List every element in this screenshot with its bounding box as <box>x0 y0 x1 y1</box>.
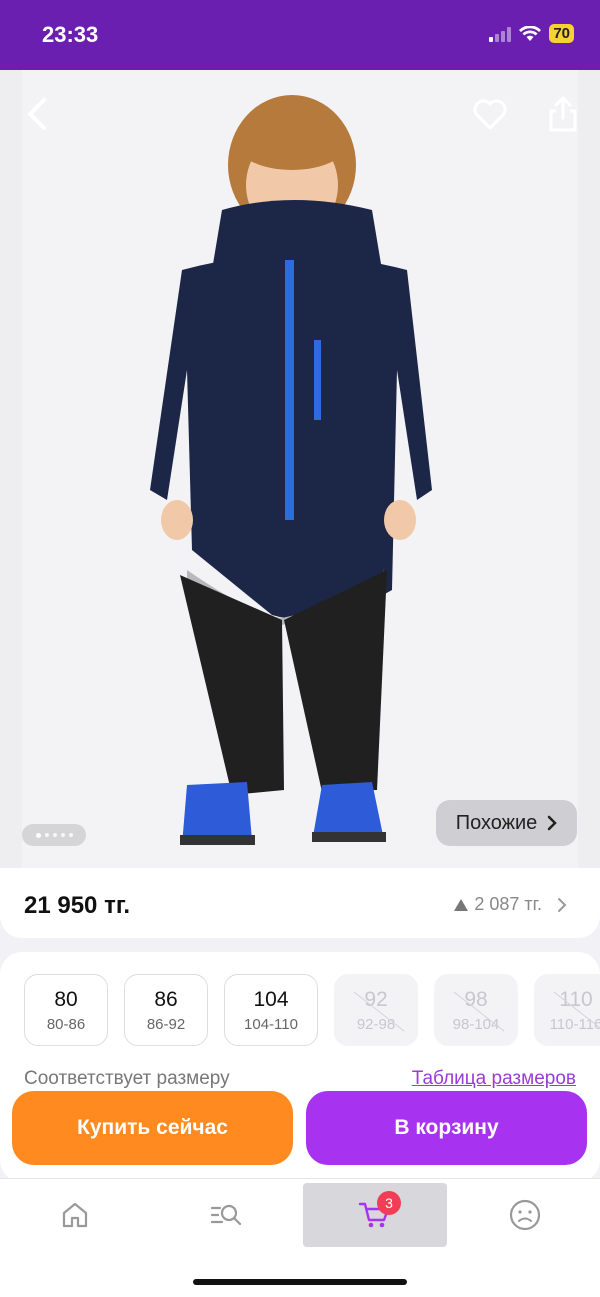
size-option-unavailable[interactable]: 92 92-98 <box>334 974 418 1046</box>
buy-now-button[interactable]: Купить сейчас <box>12 1091 293 1165</box>
cart-count-badge: 3 <box>377 1191 401 1215</box>
pagination-dot <box>44 833 49 837</box>
home-icon <box>62 1202 88 1228</box>
similar-items-label: Похожие <box>455 811 538 834</box>
catalog-search-icon <box>210 1204 242 1226</box>
size-range: 104-110 <box>244 1015 298 1033</box>
size-option[interactable]: 80 80-86 <box>24 974 108 1046</box>
battery-icon: 70 <box>549 24 574 43</box>
pagination-dot <box>35 832 41 838</box>
size-options: 80 80-86 86 86-92 104 104-110 92 92-98 98 98-… <box>24 974 600 1046</box>
size-option[interactable]: 86 86-92 <box>124 974 208 1046</box>
status-bar: 23:33 70 <box>0 0 600 70</box>
favorite-button[interactable] <box>470 94 510 134</box>
tab-home[interactable] <box>3 1183 147 1247</box>
size-range: 86-92 <box>146 1015 186 1033</box>
size-table-link[interactable]: Таблица размеров <box>412 1068 576 1090</box>
product-photo-gallery[interactable]: Похожие <box>0 70 600 870</box>
wifi-icon <box>519 25 542 41</box>
size-option-unavailable[interactable]: 110 110-116 <box>534 974 600 1046</box>
chevron-right-icon <box>548 815 558 831</box>
size-option-unavailable[interactable]: 98 98-104 <box>434 974 518 1046</box>
price-change-value: 2 087 тг. <box>474 894 542 914</box>
gallery-pagination <box>22 824 86 846</box>
tab-catalog-search[interactable] <box>154 1183 298 1247</box>
status-time: 23:33 <box>42 22 99 47</box>
size-label: 110 <box>559 987 593 1011</box>
status-indicators: 70 <box>489 24 574 43</box>
pagination-dot <box>68 833 73 837</box>
size-range: 80-86 <box>46 1015 86 1033</box>
chevron-right-icon <box>558 897 567 912</box>
size-label: 80 <box>54 987 78 1011</box>
signal-icon <box>489 26 512 42</box>
size-label: 92 <box>364 987 388 1011</box>
price-change-link[interactable]: 2 087 тг. <box>454 894 568 915</box>
add-to-cart-button[interactable]: В корзину <box>306 1091 587 1165</box>
size-label: 86 <box>154 987 178 1011</box>
size-label: 104 <box>253 987 289 1011</box>
pagination-dot <box>52 833 57 837</box>
chevron-left-icon <box>28 98 46 130</box>
heart-icon <box>473 99 507 130</box>
home-indicator <box>193 1279 407 1285</box>
size-range: 92-98 <box>356 1015 396 1033</box>
tab-cart[interactable]: 3 <box>303 1183 447 1247</box>
product-price: 21 950 тг. <box>24 892 131 919</box>
size-range: 110-116 <box>549 1015 600 1033</box>
product-photo <box>22 70 578 870</box>
arrow-up-icon <box>454 898 469 911</box>
pagination-dot <box>60 833 65 837</box>
product-illustration <box>150 95 432 845</box>
size-option[interactable]: 104 104-110 <box>224 974 318 1046</box>
profile-icon <box>509 1199 541 1231</box>
similar-items-button[interactable]: Похожие <box>436 800 577 846</box>
tab-profile[interactable] <box>453 1183 597 1247</box>
back-button[interactable] <box>20 94 60 134</box>
size-range: 98-104 <box>452 1015 500 1033</box>
size-label: 98 <box>464 987 488 1011</box>
price-section: 21 950 тг. 2 087 тг. <box>0 868 600 938</box>
share-button[interactable] <box>543 94 583 134</box>
share-icon <box>549 96 577 132</box>
size-fit-text: Соответствует размеру <box>24 1068 230 1089</box>
